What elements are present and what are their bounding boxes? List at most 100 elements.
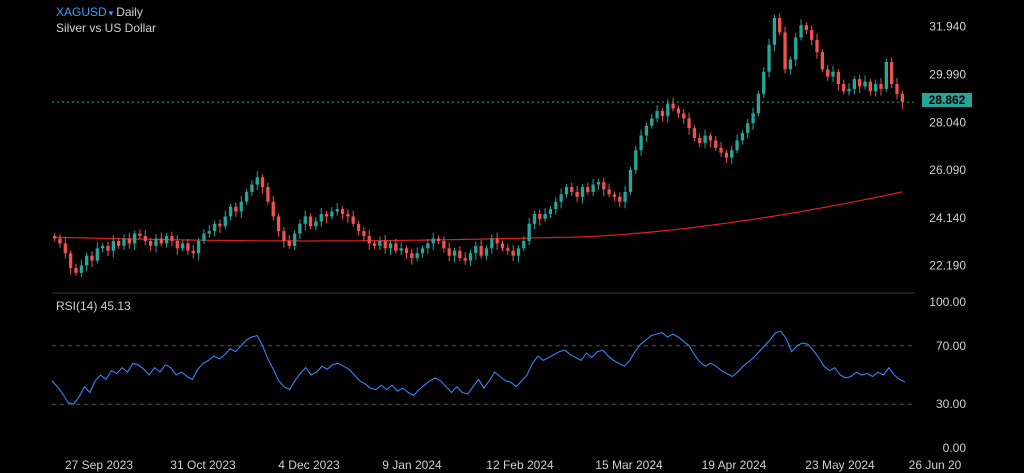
candle bbox=[282, 226, 286, 248]
time-tick-label: 15 Mar 2024 bbox=[595, 458, 663, 472]
candle bbox=[298, 219, 302, 239]
time-tick-label: 23 May 2024 bbox=[805, 458, 875, 472]
candle bbox=[794, 33, 798, 67]
candle bbox=[826, 64, 830, 81]
candle bbox=[378, 236, 382, 251]
candle bbox=[714, 136, 718, 151]
candle bbox=[778, 13, 782, 36]
candle bbox=[884, 59, 888, 92]
price-tick-label: 31.940 bbox=[929, 20, 966, 34]
candle bbox=[703, 129, 707, 149]
candle bbox=[330, 207, 334, 220]
candle bbox=[607, 183, 611, 198]
candle bbox=[410, 248, 414, 265]
candle bbox=[708, 132, 713, 148]
candle bbox=[132, 230, 137, 251]
candle bbox=[202, 229, 206, 244]
rsi-axis: 100.00 70.00 30.00 0.00 bbox=[929, 295, 966, 455]
candle bbox=[170, 231, 174, 247]
candle bbox=[420, 245, 425, 258]
candle bbox=[287, 235, 291, 249]
candle bbox=[143, 230, 147, 246]
candle bbox=[762, 67, 766, 98]
chart-canvas[interactable]: 31.940 29.990 28.040 26.090 24.140 22.190 100… bbox=[0, 0, 1024, 473]
rsi-grid bbox=[52, 345, 915, 405]
candle bbox=[356, 220, 361, 236]
candle bbox=[367, 230, 371, 251]
candle bbox=[586, 182, 590, 195]
candle bbox=[890, 57, 894, 89]
rsi-tick-label: 0.00 bbox=[943, 441, 967, 455]
symbol-selector[interactable]: XAGUSD ▾ Daily bbox=[56, 5, 143, 19]
candle bbox=[308, 213, 313, 230]
candle bbox=[751, 107, 755, 130]
candle bbox=[623, 186, 627, 209]
timeframe-label[interactable]: Daily bbox=[116, 5, 143, 19]
price-tick-label: 26.090 bbox=[929, 163, 966, 177]
candle bbox=[863, 75, 867, 90]
candle bbox=[106, 241, 110, 257]
candle bbox=[436, 235, 441, 244]
candle bbox=[212, 220, 217, 237]
candle bbox=[687, 112, 691, 135]
candle bbox=[724, 149, 729, 163]
candle bbox=[426, 238, 430, 254]
candle bbox=[239, 195, 243, 219]
candle bbox=[516, 245, 521, 263]
candle bbox=[730, 145, 734, 165]
candle bbox=[820, 49, 825, 73]
candle bbox=[879, 78, 883, 96]
price-tick-label: 24.140 bbox=[929, 211, 966, 225]
candle bbox=[207, 225, 211, 238]
candle bbox=[383, 235, 387, 254]
candle bbox=[442, 236, 446, 253]
candle bbox=[591, 178, 595, 197]
candle bbox=[575, 186, 579, 203]
candle bbox=[69, 250, 73, 275]
price-axis: 31.940 29.990 28.040 26.090 24.140 22.190 bbox=[929, 20, 966, 273]
candle bbox=[719, 141, 723, 157]
candle bbox=[660, 108, 665, 122]
candles-layer bbox=[53, 13, 904, 278]
rsi-tick-label: 70.00 bbox=[936, 339, 966, 353]
rsi-tick-label: 100.00 bbox=[929, 295, 966, 309]
candle bbox=[191, 244, 195, 259]
candle bbox=[218, 219, 222, 233]
candle bbox=[154, 234, 158, 253]
rsi-indicator-label[interactable]: RSI(14) 45.13 bbox=[56, 299, 131, 313]
candle bbox=[740, 130, 745, 145]
candle bbox=[559, 188, 563, 209]
price-tick-label: 28.040 bbox=[929, 115, 966, 129]
candle bbox=[303, 210, 307, 231]
time-axis: 27 Sep 2023 31 Oct 2023 4 Dec 2023 9 Jan 20… bbox=[65, 458, 962, 472]
candle bbox=[234, 202, 238, 217]
candle bbox=[458, 246, 462, 262]
candle bbox=[831, 65, 835, 83]
candle bbox=[314, 216, 318, 231]
candle bbox=[842, 79, 846, 95]
rsi-tick-label: 30.00 bbox=[936, 397, 966, 411]
candle bbox=[447, 242, 451, 262]
candle bbox=[650, 113, 654, 129]
candle bbox=[53, 233, 57, 242]
candle bbox=[479, 239, 483, 259]
candle bbox=[463, 252, 467, 265]
candle bbox=[148, 238, 153, 252]
candle bbox=[815, 33, 819, 59]
candle bbox=[500, 240, 505, 252]
candle bbox=[468, 250, 473, 266]
candle bbox=[628, 166, 633, 195]
rsi-line bbox=[51, 330, 906, 405]
candle bbox=[484, 245, 489, 260]
candle bbox=[495, 232, 499, 251]
candle bbox=[511, 244, 515, 262]
candle bbox=[340, 206, 345, 220]
rsi-name: RSI(14) bbox=[56, 299, 98, 313]
candle bbox=[228, 203, 233, 221]
candle bbox=[271, 195, 275, 221]
candle bbox=[127, 232, 131, 249]
price-tick-label: 22.190 bbox=[929, 259, 966, 273]
price-tick-label: 29.990 bbox=[929, 67, 966, 81]
candle bbox=[164, 233, 169, 248]
candle bbox=[404, 245, 409, 259]
